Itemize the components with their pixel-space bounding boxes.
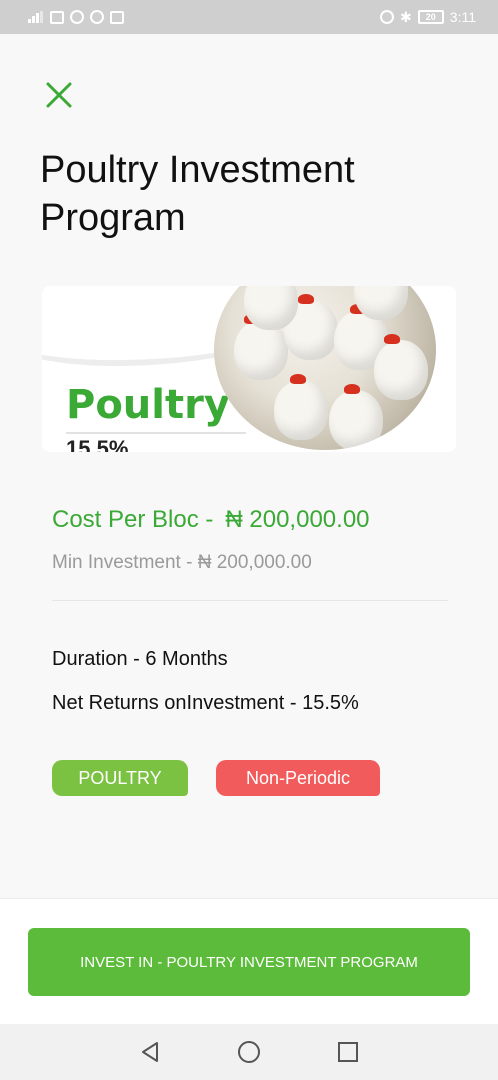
nfc-icon (50, 10, 64, 24)
invest-button[interactable]: INVEST IN - POULTRY INVESTMENT PROGRAM (28, 928, 470, 996)
whatsapp-icon (70, 10, 84, 24)
page-title: Poultry Investment Program (40, 149, 355, 239)
mail-icon (110, 10, 124, 24)
min-investment: Min Investment - ₦ 200,000.00 (52, 552, 312, 574)
nav-recents-button[interactable] (334, 1038, 362, 1066)
close-button[interactable] (44, 80, 76, 112)
status-icons-right: ✱ 20 3:11 (380, 9, 476, 26)
cost-label: Cost Per Bloc - (52, 506, 214, 533)
nav-home-button[interactable] (235, 1038, 263, 1066)
min-investment-value: ₦ 200,000.00 (197, 552, 312, 573)
banner-percent: 15.5% (66, 436, 129, 452)
category-tag: POULTRY (52, 760, 188, 796)
home-circle-icon (237, 1041, 260, 1063)
close-icon (46, 82, 72, 108)
alarm-icon (380, 10, 395, 24)
nav-back-button[interactable] (136, 1038, 164, 1066)
battery-icon: 20 (417, 10, 444, 24)
chickens-photo (214, 286, 436, 450)
status-icons-left (28, 10, 124, 24)
banner-title: Poultry (66, 382, 230, 428)
recents-square-icon (338, 1042, 359, 1062)
bluetooth-icon: ✱ (400, 8, 412, 25)
back-triangle-icon (141, 1042, 158, 1062)
status-bar: ✱ 20 3:11 (0, 0, 498, 34)
net-returns-text: Net Returns onInvestment - 15.5% (52, 692, 359, 714)
program-banner-image: Poultry 15.5% (42, 286, 456, 452)
banner-divider (66, 432, 246, 434)
status-time: 3:11 (449, 9, 476, 25)
duration-text: Duration - 6 Months (52, 648, 228, 670)
facebook-icon (90, 10, 104, 24)
period-tag: Non-Periodic (216, 760, 380, 796)
signal-icon (28, 11, 44, 23)
divider (52, 600, 448, 601)
cost-value: ₦ 200,000.00 (225, 506, 370, 533)
cost-per-bloc: Cost Per Bloc - ₦ 200,000.00 (52, 506, 370, 534)
system-nav-bar (0, 1024, 498, 1080)
min-investment-label: Min Investment - (52, 552, 193, 573)
